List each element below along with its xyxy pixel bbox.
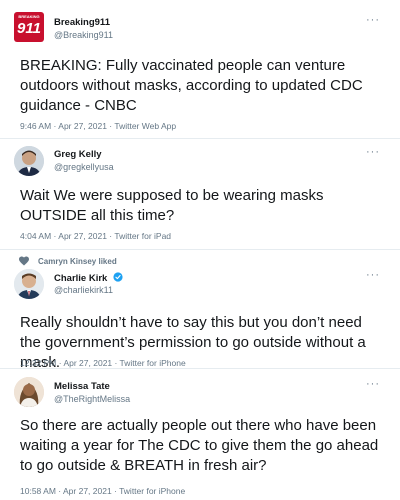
- author-handle[interactable]: @gregkellyusa: [54, 162, 114, 172]
- more-options-icon[interactable]: ···: [366, 14, 380, 26]
- person-avatar-icon: [14, 269, 44, 299]
- avatar-911-label: 911: [17, 20, 41, 37]
- tweet-greg-kelly[interactable]: Greg Kelly @gregkellyusa ··· Wait We wer…: [0, 139, 400, 249]
- more-options-icon[interactable]: ···: [366, 378, 380, 390]
- author-handle[interactable]: @TheRightMelissa: [54, 394, 130, 404]
- avatar[interactable]: BREAKING 911: [14, 12, 44, 42]
- tweet-text: Wait We were supposed to be wearing mask…: [20, 187, 324, 224]
- author-handle[interactable]: @charliekirk11: [54, 285, 113, 295]
- person-avatar-icon: [14, 146, 44, 176]
- tweet-timestamp[interactable]: 12:32 PM · Apr 27, 2021 · Twitter for iP…: [20, 358, 186, 368]
- tweet-timestamp[interactable]: 4:04 AM · Apr 27, 2021 · Twitter for iPa…: [20, 231, 171, 241]
- tweet-timestamp[interactable]: 9:46 AM · Apr 27, 2021 · Twitter Web App: [20, 121, 176, 131]
- more-options-icon[interactable]: ···: [366, 146, 380, 158]
- author-handle[interactable]: @Breaking911: [54, 30, 113, 40]
- tweet-text: BREAKING: Fully vaccinated people can ve…: [20, 57, 363, 114]
- author-name[interactable]: Melissa Tate: [54, 381, 110, 392]
- avatar[interactable]: [14, 146, 44, 176]
- liked-by-label[interactable]: Camryn Kinsey liked: [38, 257, 117, 266]
- tweet-timestamp[interactable]: 10:58 AM · Apr 27, 2021 · Twitter for iP…: [20, 486, 185, 496]
- avatar[interactable]: [14, 269, 44, 299]
- tweet-melissa-tate[interactable]: Melissa Tate @TheRightMelissa ··· So the…: [0, 369, 400, 500]
- author-name[interactable]: Greg Kelly: [54, 149, 102, 160]
- tweet-breaking911[interactable]: BREAKING 911 Breaking911 @Breaking911 ··…: [0, 0, 400, 138]
- avatar[interactable]: [14, 377, 44, 407]
- verified-badge-icon: [113, 272, 123, 282]
- author-name-text[interactable]: Charlie Kirk: [54, 273, 107, 284]
- person-avatar-icon: [14, 377, 44, 407]
- avatar-breaking-label: BREAKING: [18, 14, 40, 19]
- more-options-icon[interactable]: ···: [366, 269, 380, 281]
- author-name[interactable]: Breaking911: [54, 17, 110, 28]
- tweet-text: So there are actually people out there w…: [20, 417, 379, 474]
- heart-icon: [19, 256, 29, 266]
- tweet-charlie-kirk[interactable]: Camryn Kinsey liked Charlie Kirk @charli…: [0, 250, 400, 371]
- author-name[interactable]: Charlie Kirk: [54, 272, 123, 284]
